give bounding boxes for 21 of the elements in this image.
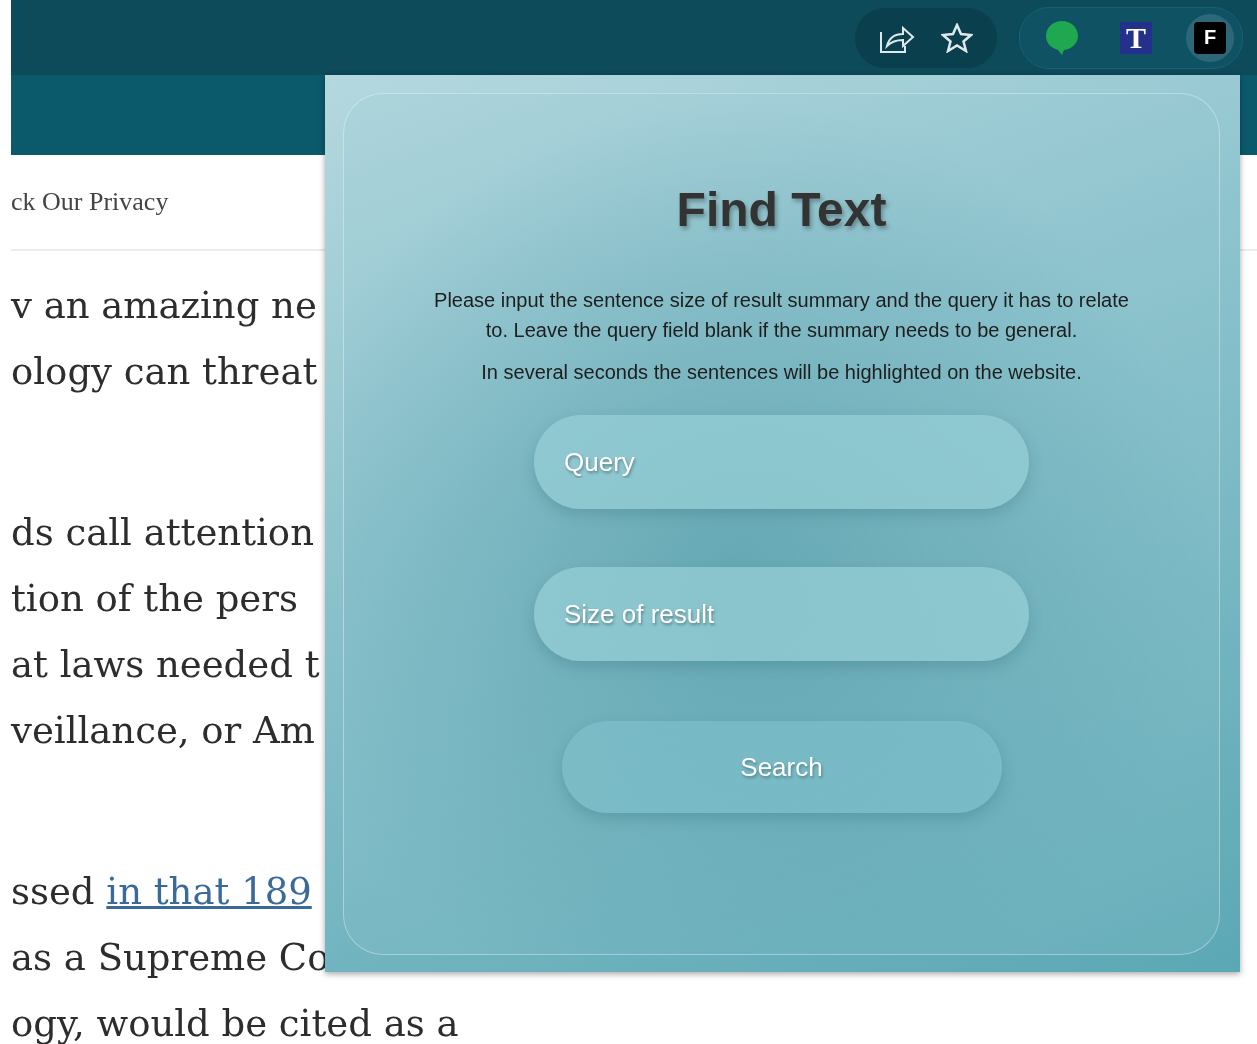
popup-title: Find Text	[676, 182, 887, 237]
article-line: ds call attention	[11, 510, 314, 556]
article-line: tion of the pers	[11, 576, 298, 622]
query-field[interactable]: Query	[534, 415, 1029, 509]
chat-bubble-icon	[1045, 19, 1079, 56]
article-link[interactable]: in that 189	[106, 870, 312, 913]
instruction-text: Please input the sentence size of result summary and the query it has to relate to. Leave the query field blank if the summary needs to be general.	[433, 288, 1130, 343]
size-field[interactable]: Size of result	[534, 567, 1029, 661]
article-line: ology can threat	[11, 349, 318, 395]
article-line: ssed in that 189	[11, 869, 312, 915]
article-line: veillance, or Am	[11, 708, 315, 754]
article-line: ogy, would be cited as a	[11, 1001, 459, 1044]
star-icon[interactable]	[941, 22, 973, 53]
extension-icon: T	[1120, 21, 1152, 54]
extension-button[interactable]: T	[1112, 13, 1160, 62]
instruction-text: In several seconds the sentences will be highlighted on the website.	[480, 360, 1083, 385]
article-line: v an amazing ne	[11, 283, 317, 329]
nav-link[interactable]: ck Our Privacy	[11, 187, 169, 217]
extension-button[interactable]: F	[1186, 13, 1234, 62]
article-line: at laws needed t	[11, 642, 320, 688]
extension-icon: F	[1194, 21, 1226, 54]
